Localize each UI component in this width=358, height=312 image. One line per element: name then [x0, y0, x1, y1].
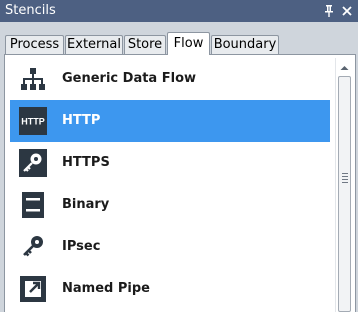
item-label: HTTPS: [62, 155, 110, 170]
item-label: Named Pipe: [62, 281, 150, 296]
item-label: Binary: [62, 197, 110, 212]
scrollbar-thumb[interactable]: [338, 76, 351, 312]
tab-label: Boundary: [213, 37, 277, 52]
pin-button[interactable]: [324, 5, 334, 17]
key-icon: [19, 149, 47, 177]
scroll-up-button[interactable]: [336, 60, 353, 74]
item-label: Generic Data Flow: [62, 71, 197, 86]
pin-icon: [325, 5, 333, 17]
panel-title-bar: Stencils: [0, 0, 358, 22]
tab-process[interactable]: Process: [5, 35, 64, 54]
tab-flow[interactable]: Flow: [167, 32, 210, 55]
stencil-list-pane: Generic Data Flow HTTP HTTP HTTPS Binary…: [4, 54, 356, 312]
item-label: IPsec: [62, 239, 101, 254]
tab-label: Process: [9, 37, 60, 52]
stencils-panel: Stencils Process External Store Flow Bou…: [0, 0, 358, 312]
tab-strip: Process External Store Flow Boundary: [0, 22, 358, 55]
svg-text:HTTP: HTTP: [21, 117, 45, 127]
close-icon: [342, 6, 352, 16]
item-label: HTTP: [62, 113, 101, 128]
list-item-http[interactable]: HTTP HTTP: [10, 100, 330, 142]
list-item-binary[interactable]: Binary: [10, 184, 330, 226]
key-icon: [23, 236, 43, 257]
tab-store[interactable]: Store: [124, 35, 166, 54]
vertical-scrollbar[interactable]: [335, 58, 352, 312]
list-item-https[interactable]: HTTPS: [10, 142, 330, 184]
binary-icon: [22, 192, 44, 218]
tab-label: Flow: [173, 36, 204, 51]
close-button[interactable]: [342, 6, 352, 16]
scroll-up-icon: [340, 66, 349, 70]
http-icon: HTTP: [19, 107, 47, 135]
list-item-generic-data-flow[interactable]: Generic Data Flow: [10, 58, 330, 100]
tab-label: Store: [127, 37, 163, 52]
tab-external[interactable]: External: [65, 35, 123, 54]
list-item-ipsec[interactable]: IPsec: [10, 226, 330, 268]
tab-label: External: [67, 37, 121, 52]
list-item-named-pipe[interactable]: Named Pipe: [10, 268, 330, 310]
hierarchy-icon: [21, 68, 45, 90]
grip-icon: [342, 173, 348, 185]
panel-title: Stencils: [5, 3, 56, 18]
pipe-icon: [20, 276, 46, 302]
tab-boundary[interactable]: Boundary: [211, 35, 279, 54]
stencil-list: Generic Data Flow HTTP HTTP HTTPS Binary…: [10, 58, 330, 312]
